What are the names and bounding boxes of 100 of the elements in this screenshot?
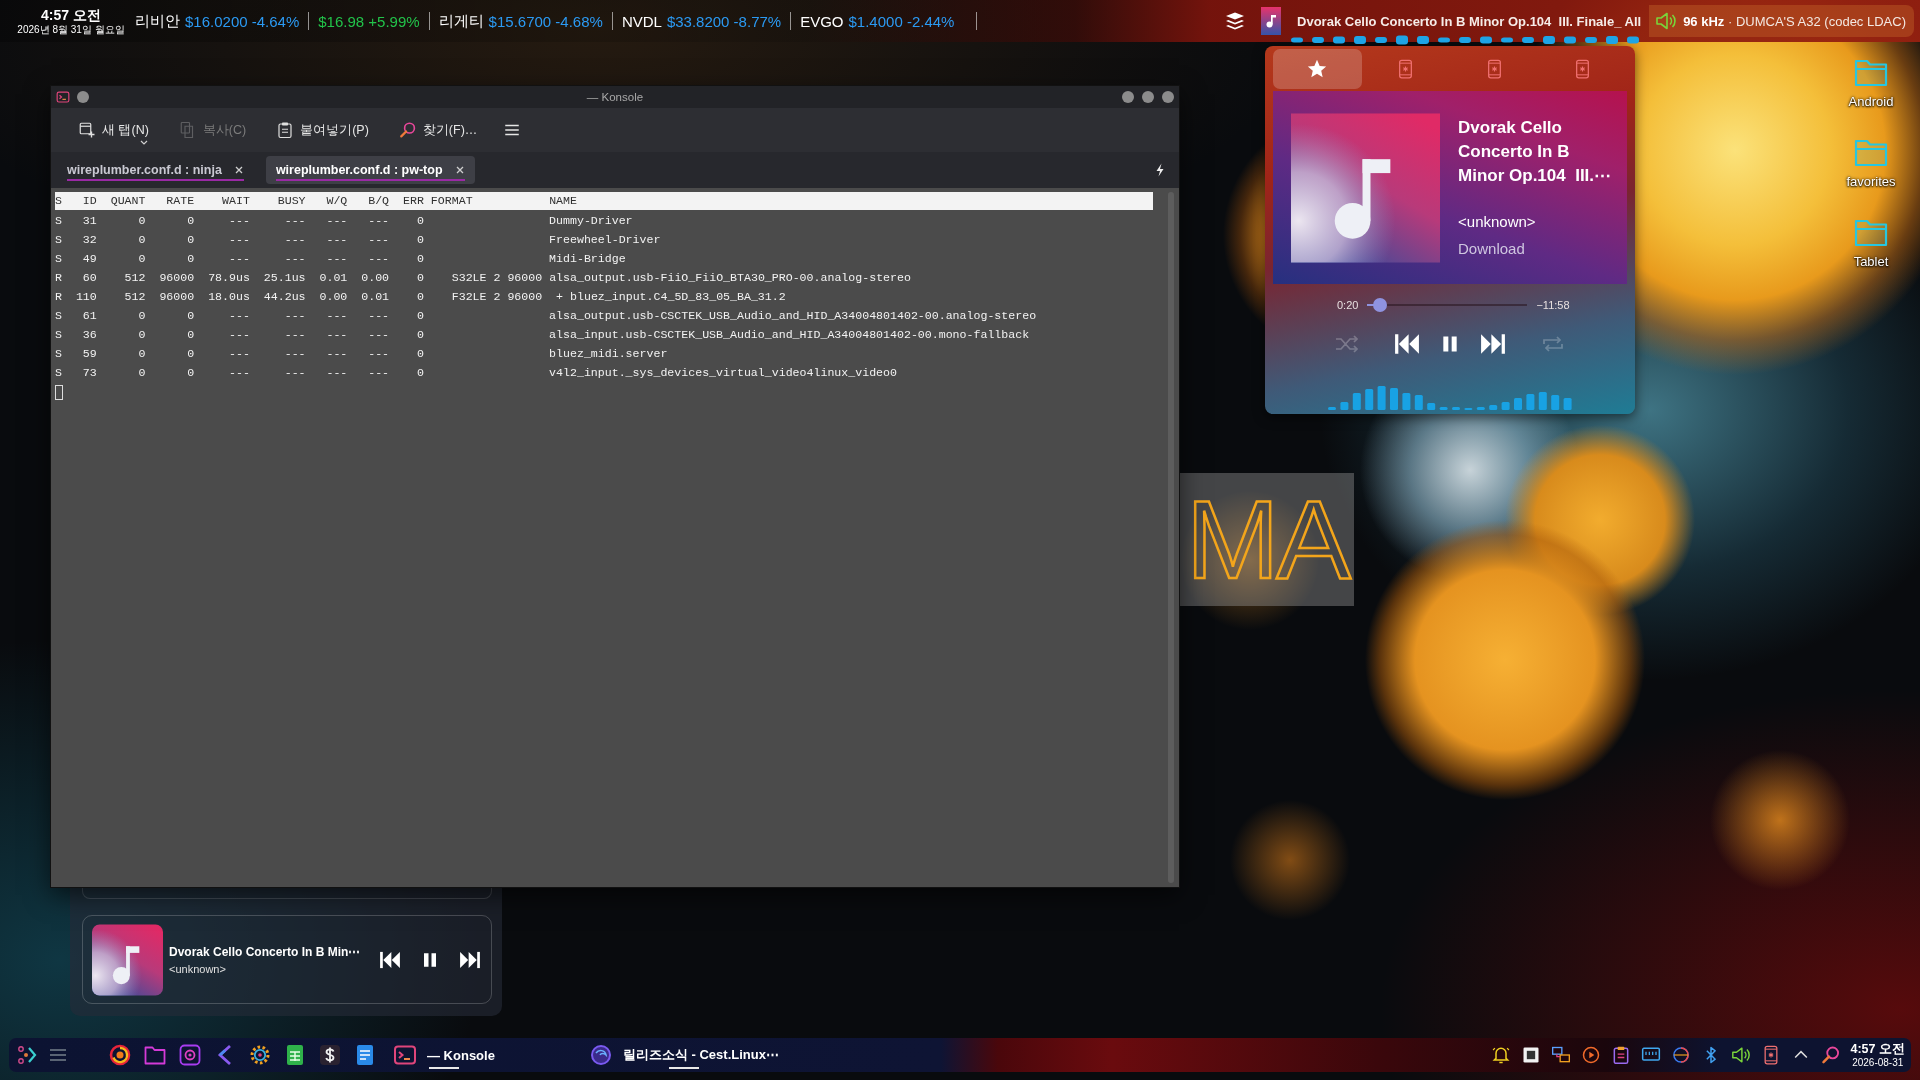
table-cell: S [55, 214, 62, 227]
find-button[interactable]: 찾기(F)… [390, 115, 486, 145]
close-icon[interactable] [454, 165, 465, 175]
table-cell: 61 [82, 309, 97, 322]
speaker-icon[interactable] [1730, 1045, 1751, 1065]
table-cell: --- [368, 252, 390, 265]
music-note-icon [1261, 7, 1282, 35]
monitors-icon[interactable] [1550, 1045, 1571, 1065]
tab[interactable] [1273, 49, 1362, 89]
table-cell: --- [284, 347, 306, 360]
next-icon[interactable] [459, 950, 481, 969]
desktop-shortcut[interactable]: Tablet [1853, 218, 1889, 298]
table-cell: --- [368, 328, 390, 341]
maximize-button[interactable] [1142, 91, 1154, 103]
column-header: NAME [549, 194, 577, 207]
close-icon[interactable] [233, 165, 244, 175]
table-cell: --- [368, 347, 390, 360]
application-menu-icon[interactable] [16, 1044, 38, 1066]
table-cell: 0 [416, 366, 424, 379]
track-title: Dvorak Cello Concerto In B Min⋯ [169, 943, 361, 960]
ticker-symbol: NVDL [621, 12, 662, 30]
dollar-icon[interactable] [318, 1043, 342, 1067]
table-cell: --- [326, 309, 348, 322]
table-cell: alsa_output.usb-CSCTEK_USB_Audio_and_HID_A34004801402-00.analog-stereo [549, 309, 1037, 322]
close-button[interactable] [1162, 91, 1174, 103]
phone-icon [1574, 59, 1592, 79]
table-cell: 36 [82, 328, 97, 341]
terminal-icon [393, 1043, 417, 1067]
track-artist: <unknown> [1458, 212, 1537, 232]
clock-date: 2026년 8월 31일 월요일 [17, 22, 125, 36]
table-cell: alsa_input.usb-CSCTEK_USB_Audio_and_HID_A34004801402-00.mono-fallback [549, 328, 1030, 341]
table-cell: 0 [416, 233, 424, 246]
table-cell: 73 [82, 366, 97, 379]
previous-icon[interactable] [1394, 333, 1420, 355]
bell-icon[interactable] [1490, 1045, 1511, 1065]
minimize-button[interactable] [1122, 91, 1134, 103]
next-icon[interactable] [1480, 333, 1506, 355]
ticker-symbol: EVGO [800, 12, 844, 30]
table-cell: S [55, 328, 62, 341]
globe-icon[interactable] [1670, 1045, 1691, 1065]
ticker-symbol: 리게티 [438, 11, 484, 31]
slider-handle[interactable] [1373, 298, 1388, 312]
table-cell: 0 [416, 309, 424, 322]
table-cell: S32LE 2 96000 [451, 271, 543, 284]
table-cell: 0 [187, 252, 195, 265]
table-cell: 512 [124, 271, 146, 284]
table-cell: R [55, 290, 62, 303]
terminal-icon [56, 90, 70, 104]
column-header: FORMAT [430, 194, 473, 207]
tab[interactable]: wireplumber.conf.d : pw-top [265, 156, 475, 184]
track-album: Download [1458, 239, 1526, 259]
clock-date: 2026-08-31 [1852, 1056, 1904, 1069]
table-cell: 0 [138, 347, 146, 360]
ticker-quote: $16.0200 -4.64% [185, 12, 300, 30]
new-tab-button[interactable]: 새 탭(N) [70, 115, 157, 145]
table-cell: --- [326, 328, 348, 341]
clipboard-icon [276, 121, 295, 139]
camera-icon[interactable] [178, 1043, 202, 1067]
folder-icon [1854, 58, 1888, 88]
search-icon[interactable] [1820, 1045, 1841, 1065]
clock-time: 4:57 오전 [1850, 1041, 1905, 1057]
star-icon [1306, 58, 1329, 80]
elapsed-time: 0:20 [1337, 299, 1359, 311]
table-cell: --- [284, 366, 306, 379]
bolt-icon[interactable] [1155, 163, 1165, 177]
previous-icon[interactable] [379, 950, 401, 969]
table-cell: 0 [138, 214, 146, 227]
layers-icon[interactable] [1225, 11, 1246, 31]
track-title: Dvorak Cello Concerto In B Minor Op.104 III.⋯ [1458, 117, 1613, 187]
paste-button[interactable]: 붙여넣기(P) [268, 115, 377, 145]
ticker-quote: $16.98 +5.99% [318, 12, 420, 30]
flame-circle-icon[interactable] [108, 1043, 132, 1067]
table-cell: S [55, 366, 62, 379]
table-cell: Freewheel-Driver [549, 233, 661, 246]
pause-icon[interactable] [421, 950, 439, 969]
ticker-symbol: 리비안 [135, 11, 180, 31]
folder-icon [1854, 138, 1888, 168]
circle-button[interactable] [77, 91, 89, 103]
column-header: B/Q [368, 194, 390, 207]
table-cell: 96000 [159, 271, 195, 284]
column-header: RATE [166, 194, 195, 207]
table-cell: --- [326, 214, 348, 227]
table-cell: S [55, 233, 62, 246]
ticker-quote: $15.6700 -4.68% [488, 12, 603, 30]
gear-icon[interactable] [248, 1043, 272, 1067]
table-cell: 0 [416, 271, 424, 284]
column-header: ERR [403, 194, 424, 207]
play-circle-icon[interactable] [1580, 1045, 1601, 1065]
table-cell: 110 [75, 290, 97, 303]
table-cell: --- [368, 309, 390, 322]
table-cell: 0.00 [319, 290, 348, 303]
column-header: QUANT [110, 194, 146, 207]
table-cell: 18.0us [208, 290, 250, 303]
table-cell: 0.01 [319, 271, 348, 284]
column-header: ID [82, 194, 97, 207]
table-cell: 0 [138, 233, 146, 246]
table-cell: 32 [82, 233, 97, 246]
seek-slider[interactable] [1367, 298, 1528, 312]
remaining-time: −11:58 [1536, 299, 1570, 311]
track-artist: <unknown> [169, 961, 226, 976]
